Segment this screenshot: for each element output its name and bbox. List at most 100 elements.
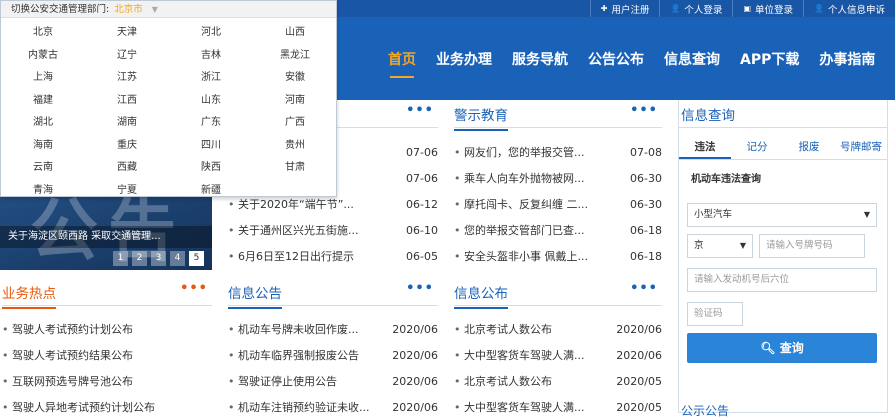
query-tab-1[interactable]: 记分 [731,134,783,159]
city-option[interactable]: 重庆 [85,135,169,158]
top-link-0[interactable]: ✚ 用户注册 [589,0,660,17]
list-item[interactable]: 关于通州区兴光五街施... 06-10 [228,217,438,243]
engine-number-input[interactable]: 请输入发动机号后六位 [687,268,877,292]
banner-caption[interactable]: 关于海淀区颐西路 采取交通管理... [0,226,212,248]
list-item-title[interactable]: 关于通州区兴光五街施... [228,222,359,238]
info-publish-more-link[interactable]: ••• [630,281,658,296]
list-item[interactable]: 机动车号牌未收回作废... 2020/06 [228,316,438,342]
warning-edu-more-link[interactable]: ••• [630,103,658,118]
city-option[interactable]: 广东 [169,112,253,135]
city-option[interactable]: 江西 [85,90,169,113]
list-item-title[interactable]: 机动车临界强制报废公告 [228,347,359,363]
list-item-title[interactable]: 驾驶证停止使用公告 [228,373,337,389]
list-item-title[interactable]: 6月6日至12日出行提示 [228,248,354,264]
query-button[interactable]: 🔍︎ 查询 [687,333,877,363]
list-item[interactable]: 驾驶人考试预约计划公布 [2,316,212,342]
list-item[interactable]: 互联网预选号牌号池公布 [2,368,212,394]
city-option[interactable]: 新疆 [169,180,253,203]
city-option[interactable]: 河北 [169,22,253,45]
list-item[interactable]: 北京考试人数公布 2020/06 [454,316,662,342]
city-option[interactable]: 宁夏 [85,180,169,203]
city-option[interactable]: 黑龙江 [253,45,337,68]
list-item-title[interactable]: 北京考试人数公布 [454,321,552,337]
info-publish-title[interactable]: 信息公布 [454,282,508,309]
city-option[interactable]: 广西 [253,112,337,135]
query-tab-0[interactable]: 违法 [679,134,731,159]
city-option[interactable]: 江苏 [85,67,169,90]
list-item-title[interactable]: 乘车人向车外抛物被网... [454,170,585,186]
list-item[interactable]: 机动车临界强制报废公告 2020/06 [228,342,438,368]
city-option[interactable]: 天津 [85,22,169,45]
query-tab-2[interactable]: 报废 [783,134,835,159]
list-item-title[interactable]: 北京考试人数公布 [454,373,552,389]
list-item[interactable]: 6月6日至12日出行提示 06-05 [228,243,438,269]
province-select[interactable]: 京 ▼ [687,234,753,258]
public-notice-title[interactable]: 公示公告 [679,402,729,419]
info-notices-more-link[interactable]: ••• [406,281,434,296]
city-option[interactable]: 上海 [1,67,85,90]
list-item[interactable]: 摩托闯卡、反复纠缠 二... 06-30 [454,191,662,217]
city-option[interactable]: 安徽 [253,67,337,90]
city-option[interactable]: 湖南 [85,112,169,135]
city-option[interactable]: 云南 [1,157,85,180]
captcha-input[interactable]: 验证码 [687,302,743,326]
city-option[interactable]: 吉林 [169,45,253,68]
city-option[interactable]: 河南 [253,90,337,113]
top-link-3[interactable]: 👤 个人信息申诉 [803,0,895,17]
list-item[interactable]: 驾驶人异地考试预约计划公布 [2,394,212,420]
city-option[interactable]: 贵州 [253,135,337,158]
info-notices-title[interactable]: 信息公告 [228,282,282,309]
city-option[interactable]: 湖北 [1,112,85,135]
list-item-title[interactable]: 您的举报交管部门已查... [454,222,585,238]
city-option[interactable]: 甘肃 [253,157,337,180]
city-option[interactable]: 山东 [169,90,253,113]
query-tab-3[interactable]: 号牌邮寄 [835,134,887,159]
list-item[interactable]: 大中型客货车驾驶人满...2020/05 [454,394,662,420]
top-link-1[interactable]: 👤 个人登录 [659,0,732,17]
city-option[interactable]: 内蒙古 [1,45,85,68]
banner-page-3[interactable]: 3 [151,251,166,266]
list-item[interactable]: 您的举报交管部门已查... 06-18 [454,217,662,243]
hot-business-more-link[interactable]: ••• [180,281,208,296]
list-item[interactable]: 网友们，您的举报交管... 07-08 [454,139,662,165]
nav-item-2[interactable]: 服务导航 [502,17,578,100]
banner-page-5[interactable]: 5 [189,251,204,266]
nav-item-0[interactable]: 首页 [378,17,426,100]
city-switch-header[interactable]: 切换公安交通管理部门: 北京市 ▼ [1,1,336,18]
nav-item-3[interactable]: 公告公布 [578,17,654,100]
city-option[interactable]: 四川 [169,135,253,158]
list-item-title[interactable]: 摩托闯卡、反复纠缠 二... [454,196,588,212]
city-option[interactable]: 北京 [1,22,85,45]
list-item[interactable]: 机动车注销预约验证未收...2020/06 [228,394,438,420]
banner-page-2[interactable]: 2 [132,251,147,266]
list-item[interactable]: 安全头盔非小事 佩戴上... 06-18 [454,243,662,269]
city-option[interactable]: 山西 [253,22,337,45]
city-option[interactable]: 陕西 [169,157,253,180]
warning-edu-title[interactable]: 警示教育 [454,104,508,131]
city-option[interactable]: 海南 [1,135,85,158]
list-item[interactable]: 驾驶证停止使用公告 2020/06 [228,368,438,394]
city-option[interactable]: 浙江 [169,67,253,90]
list-item-title[interactable]: 大中型客货车驾驶人满... [454,347,585,363]
vehicle-type-select[interactable]: 小型汽车 ▼ [687,203,877,227]
list-item[interactable]: 北京考试人数公布 2020/05 [454,368,662,394]
hot-business-title[interactable]: 业务热点 [2,282,56,309]
list-item[interactable]: 乘车人向车外抛物被网... 06-30 [454,165,662,191]
list-item-title[interactable]: 驾驶人考试预约计划公布 [2,321,133,337]
list-item[interactable]: 大中型客货车驾驶人满... 2020/06 [454,342,662,368]
list-item-title[interactable]: 互联网预选号牌号池公布 [2,373,133,389]
list-item-title[interactable]: 安全头盔非小事 佩戴上... [454,248,588,264]
nav-item-1[interactable]: 业务办理 [426,17,502,100]
list-item-title[interactable]: 网友们，您的举报交管... [454,144,585,160]
top-link-2[interactable]: ▣ 单位登录 [732,0,803,17]
city-option[interactable]: 西藏 [85,157,169,180]
list-item-title[interactable]: 机动车号牌未收回作废... [228,321,359,337]
nav-item-4[interactable]: 信息查询 [654,17,730,100]
list-item[interactable]: 驾驶人考试预约结果公布 [2,342,212,368]
city-option[interactable]: 福建 [1,90,85,113]
city-option[interactable]: 辽宁 [85,45,169,68]
banner-page-4[interactable]: 4 [170,251,185,266]
city-option[interactable]: 青海 [1,180,85,203]
list-item-title[interactable]: 驾驶人考试预约结果公布 [2,347,133,363]
banner-page-1[interactable]: 1 [113,251,128,266]
